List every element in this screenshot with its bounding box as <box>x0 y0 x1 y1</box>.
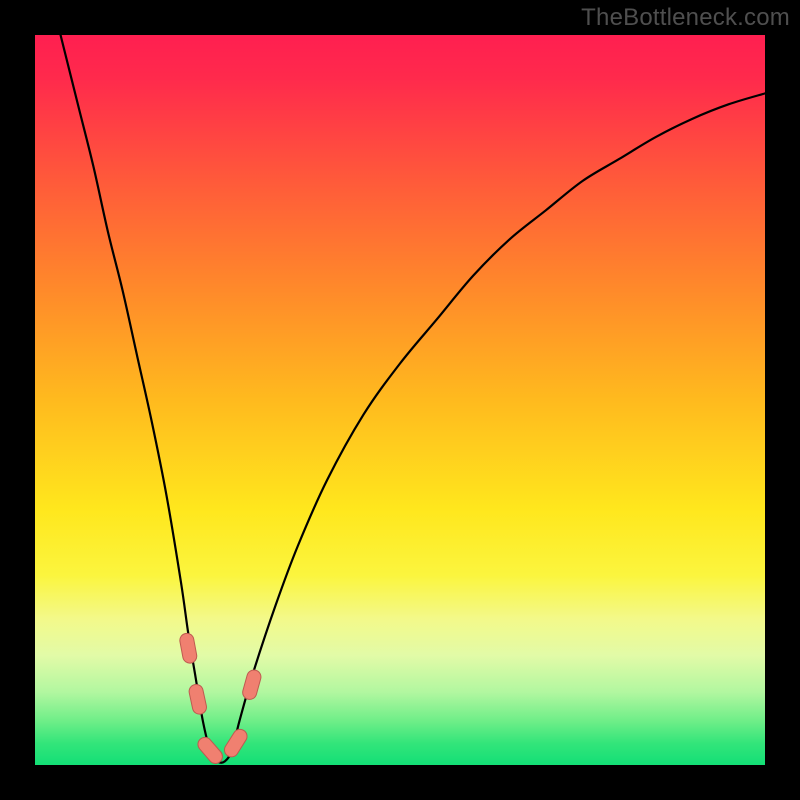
bottleneck-chart <box>35 35 765 765</box>
plot-background <box>35 35 765 765</box>
watermark-text: TheBottleneck.com <box>581 4 790 32</box>
chart-frame: TheBottleneck.com <box>0 0 800 800</box>
